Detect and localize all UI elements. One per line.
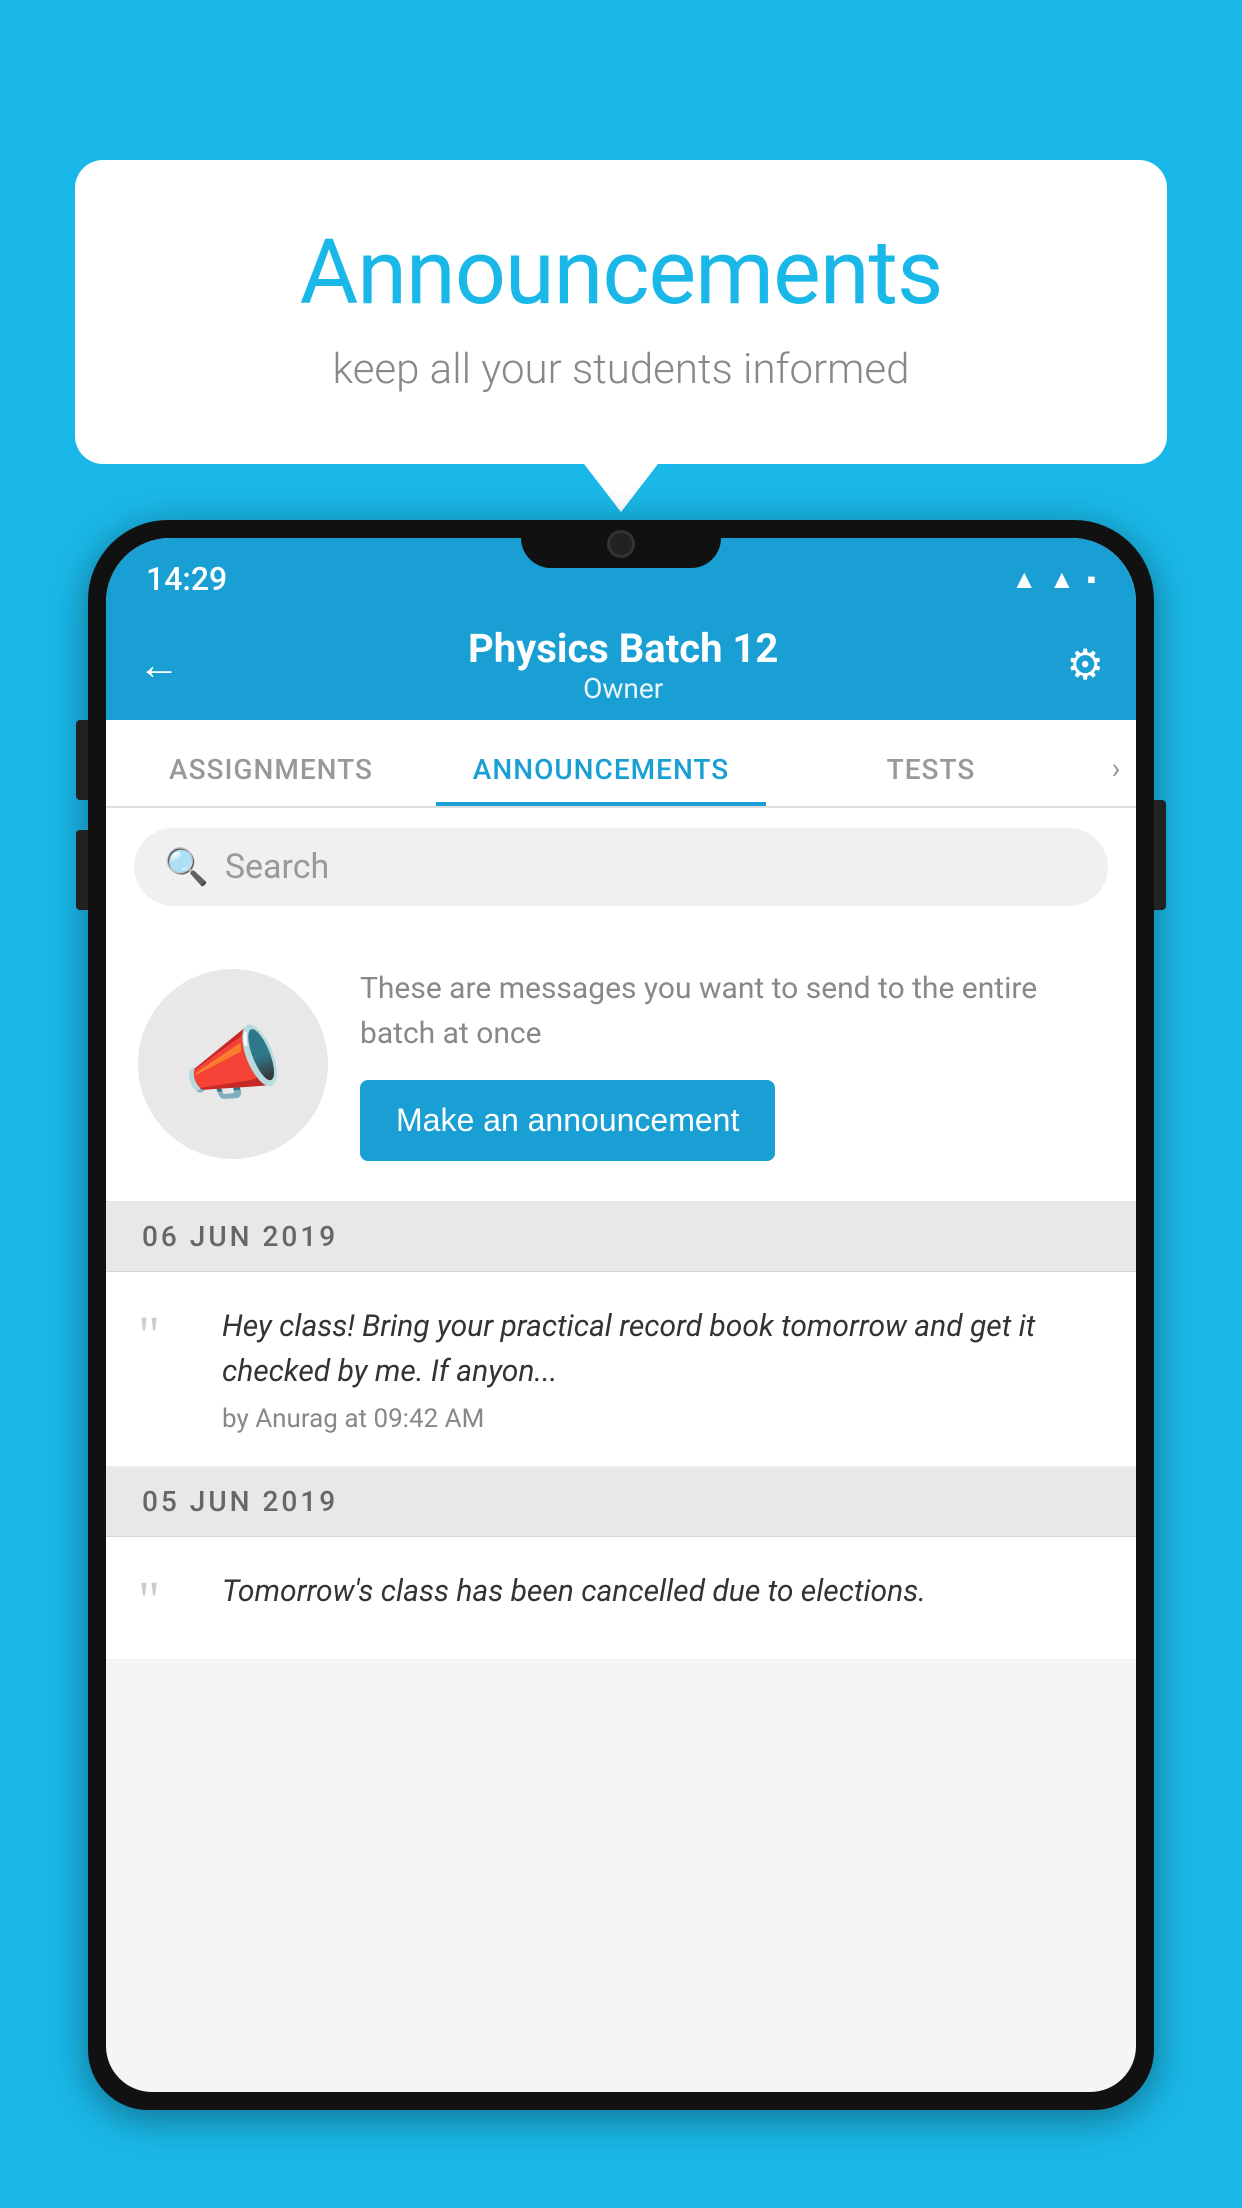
speech-bubble-container: Announcements keep all your students inf…	[75, 160, 1167, 464]
wifi-icon: ▲	[1011, 564, 1037, 595]
batch-subtitle: Owner	[180, 672, 1066, 705]
phone-notch	[521, 520, 721, 568]
tabs-container: ASSIGNMENTS ANNOUNCEMENTS TESTS ›	[106, 720, 1136, 808]
date-separator-june5: 05 JUN 2019	[106, 1467, 1136, 1537]
tab-tests[interactable]: TESTS	[766, 753, 1096, 806]
date-separator-june6: 06 JUN 2019	[106, 1202, 1136, 1272]
tab-announcements[interactable]: ANNOUNCEMENTS	[436, 753, 766, 806]
quote-icon-2: "	[138, 1573, 198, 1627]
make-announcement-button[interactable]: Make an announcement	[360, 1080, 775, 1161]
tab-assignments[interactable]: ASSIGNMENTS	[106, 753, 436, 806]
status-time: 14:29	[146, 560, 227, 598]
volume-up-button[interactable]	[76, 720, 88, 800]
page-title: Announcements	[155, 220, 1087, 325]
search-placeholder: Search	[225, 847, 329, 887]
search-icon: 🔍	[164, 846, 209, 888]
announcement-empty-right: These are messages you want to send to t…	[360, 966, 1104, 1161]
megaphone-icon: 📣	[183, 1017, 283, 1111]
announcement-text: Hey class! Bring your practical record b…	[222, 1304, 1104, 1394]
speech-bubble: Announcements keep all your students inf…	[75, 160, 1167, 464]
phone-screen: 14:29 ▲ ▲ ▪ ← Physics Batch 12 Owner ⚙	[106, 538, 1136, 2092]
battery-icon: ▪	[1087, 564, 1096, 595]
search-bar[interactable]: 🔍 Search	[134, 828, 1108, 906]
back-button[interactable]: ←	[138, 641, 180, 690]
app-bar: ← Physics Batch 12 Owner ⚙	[106, 610, 1136, 720]
volume-down-button[interactable]	[76, 830, 88, 910]
announcement-content: Hey class! Bring your practical record b…	[222, 1304, 1104, 1434]
announcement-item-2[interactable]: " Tomorrow's class has been cancelled du…	[106, 1537, 1136, 1660]
power-button[interactable]	[1154, 800, 1166, 910]
quote-icon: "	[138, 1308, 198, 1434]
phone-outer: 14:29 ▲ ▲ ▪ ← Physics Batch 12 Owner ⚙	[88, 520, 1154, 2110]
status-icons: ▲ ▲ ▪	[1011, 564, 1096, 595]
empty-state: 📣 These are messages you want to send to…	[106, 926, 1136, 1202]
page-subtitle: keep all your students informed	[155, 345, 1087, 394]
app-bar-title-container: Physics Batch 12 Owner	[180, 625, 1066, 705]
announcement-meta: by Anurag at 09:42 AM	[222, 1404, 1104, 1434]
settings-button[interactable]: ⚙	[1066, 640, 1104, 690]
batch-title: Physics Batch 12	[180, 625, 1066, 672]
tab-more[interactable]: ›	[1096, 751, 1136, 806]
announcement-text-2: Tomorrow's class has been cancelled due …	[222, 1569, 1104, 1614]
signal-icon: ▲	[1049, 564, 1075, 595]
announcement-content-2: Tomorrow's class has been cancelled due …	[222, 1569, 1104, 1627]
phone-camera	[607, 530, 635, 558]
empty-state-description: These are messages you want to send to t…	[360, 966, 1104, 1056]
search-container: 🔍 Search	[106, 808, 1136, 926]
phone-container: 14:29 ▲ ▲ ▪ ← Physics Batch 12 Owner ⚙	[88, 520, 1154, 2208]
announcement-item[interactable]: " Hey class! Bring your practical record…	[106, 1272, 1136, 1467]
announcement-icon-circle: 📣	[138, 969, 328, 1159]
